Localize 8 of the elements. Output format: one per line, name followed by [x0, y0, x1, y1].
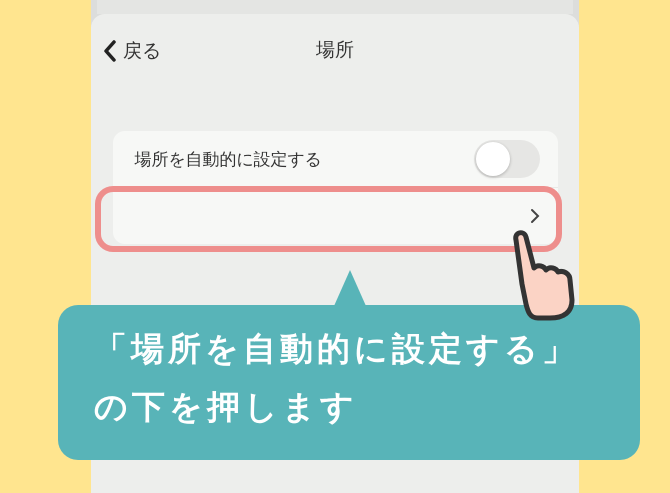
back-icon	[103, 40, 117, 62]
screen-title: 場所	[316, 38, 354, 63]
setting-label: 場所を自動的に設定する	[134, 148, 322, 170]
instruction-text: 「場所を自動的に設定する」	[94, 328, 580, 370]
chevron-icon	[530, 208, 540, 224]
instruction-text: の下を押します	[94, 386, 359, 428]
toggle-switch[interactable]	[474, 140, 540, 178]
back-button[interactable]: 戻る	[101, 36, 163, 66]
